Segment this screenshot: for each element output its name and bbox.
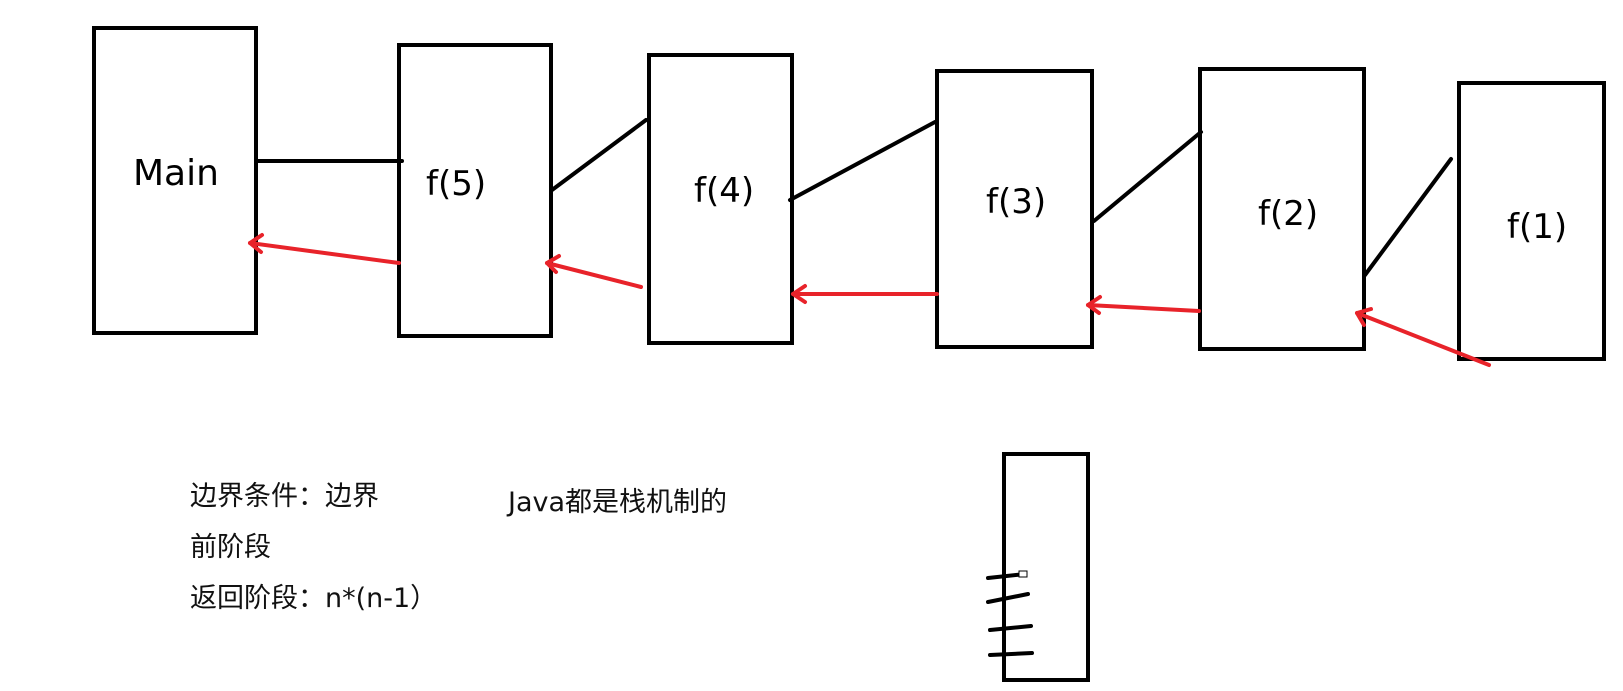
frame-f2-label: f(2) — [1258, 194, 1318, 234]
call-line-f4-f3 — [788, 120, 937, 202]
return-arrow-f3-f4 — [791, 284, 939, 304]
frame-f5: f(5) — [397, 43, 553, 338]
frame-f1: f(1) — [1457, 81, 1606, 361]
note-return-phase: 返回阶段：n*(n-1） — [190, 583, 438, 614]
frame-f4-label: f(4) — [694, 171, 754, 211]
return-arrows — [248, 233, 1491, 367]
frame-f1-label: f(1) — [1507, 207, 1567, 247]
call-line-f2-f1 — [1363, 157, 1453, 277]
frame-f4: f(4) — [647, 53, 794, 345]
return-arrow-f4-f5 — [545, 254, 643, 289]
return-arrow-f2-f3 — [1086, 295, 1201, 315]
frame-main-label: Main — [133, 153, 219, 194]
call-line-f3-f2 — [1092, 130, 1203, 223]
note-java-stack: Java都是栈机制的 — [508, 487, 728, 518]
stack-sketch-pointer — [1018, 570, 1028, 578]
stack-sketch — [986, 452, 1090, 682]
stack-sketch-marks — [986, 572, 1034, 657]
frame-f2: f(2) — [1198, 67, 1366, 351]
note-boundary-condition: 边界条件：边界 — [190, 481, 379, 512]
frame-main: Main — [92, 26, 258, 335]
return-arrow-f1-f2 — [1355, 307, 1491, 367]
return-arrow-f5-main — [248, 233, 401, 265]
frame-f3: f(3) — [935, 69, 1094, 349]
note-forward-phase: 前阶段 — [190, 532, 271, 563]
frame-f5-label: f(5) — [426, 164, 486, 204]
frame-f3-label: f(3) — [986, 182, 1046, 222]
stack-sketch-box — [1002, 452, 1090, 682]
call-line-f5-f4 — [550, 118, 648, 192]
